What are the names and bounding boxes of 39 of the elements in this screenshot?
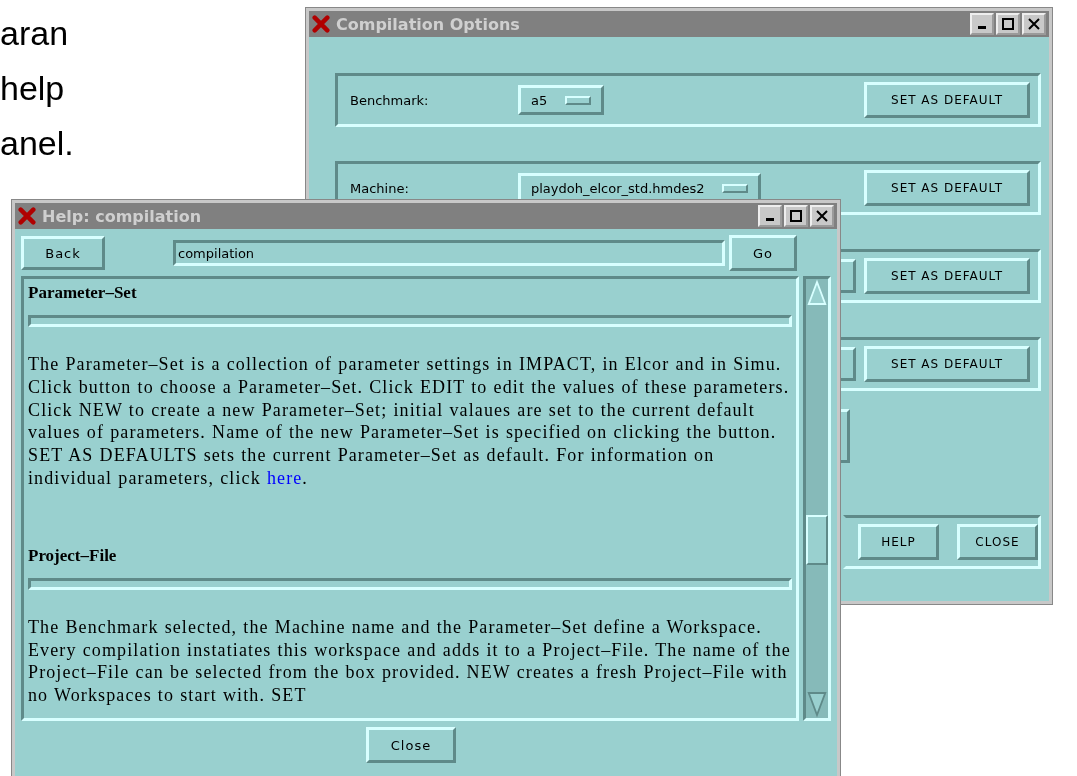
minimize-icon <box>766 218 774 221</box>
dialog-button[interactable]: CLOSE <box>957 524 1038 560</box>
option-menu-button[interactable]: a5 <box>518 85 605 115</box>
option-label: Benchmark: <box>350 92 430 108</box>
minimize-button[interactable] <box>758 205 782 227</box>
help-link[interactable]: here <box>266 468 303 488</box>
maximize-icon <box>788 208 804 224</box>
window-title: Help: compilation <box>42 206 202 226</box>
minimize-button[interactable] <box>970 13 994 35</box>
slide-text: help <box>0 68 65 109</box>
go-button[interactable]: Go <box>729 235 797 271</box>
window-title: Compilation Options <box>336 14 520 34</box>
scrollbar[interactable] <box>803 276 831 721</box>
address-field[interactable]: compilation <box>173 240 725 266</box>
help-paragraph: The Benchmark selected, the Machine name and the Parameter–Set define a Workspace. Every compilation instatiates this workspace and adds it to a Project–File. The name of the Project–File can be selected from the box provided. NEW creates a fresh Project–File with no Workspaces to start with. SET <box>28 615 792 707</box>
maximize-button[interactable] <box>784 205 808 227</box>
help-paragraph: The Parameter–Set is a collection of parameter settings in IMPACT, in Elcor and in Simu. Click button to choose a Parameter–Set. Click EDIT to edit the values of these parameters. Click NEW to create a new Parameter–Set; initial valaues are set to the current default values of parameters. Name of the new Parameter–Set is specified on clicking the button. SET AS DEFAULTS sets the current Parameter–Set as default. For information on individual parameters, click here. <box>28 353 791 490</box>
close-x-icon <box>18 207 36 225</box>
slide-text: anel. <box>0 123 74 164</box>
maximize-button[interactable] <box>996 13 1020 35</box>
option-label: Machine: <box>350 180 410 196</box>
close-button[interactable] <box>1022 13 1046 35</box>
scroll-thumb[interactable] <box>806 515 828 565</box>
section-heading: Parameter–Set <box>28 282 138 304</box>
set-default-button[interactable]: SET AS DEFAULT <box>864 170 1030 206</box>
close-icon <box>1026 16 1042 32</box>
close-button[interactable] <box>810 205 834 227</box>
section-heading: Project–File <box>28 544 118 567</box>
close-icon <box>814 208 830 224</box>
close-x-icon <box>312 15 330 33</box>
minimize-icon <box>978 26 986 29</box>
set-default-button[interactable]: SET AS DEFAULT <box>864 346 1030 382</box>
set-default-button[interactable]: SET AS DEFAULT <box>864 258 1030 294</box>
maximize-icon <box>1000 16 1016 32</box>
set-default-button[interactable]: SET AS DEFAULT <box>864 82 1030 118</box>
close-button[interactable]: Close <box>366 727 456 763</box>
dialog-button[interactable]: HELP <box>858 524 939 560</box>
slide-text: aran <box>0 13 69 54</box>
back-button[interactable]: Back <box>21 236 105 270</box>
